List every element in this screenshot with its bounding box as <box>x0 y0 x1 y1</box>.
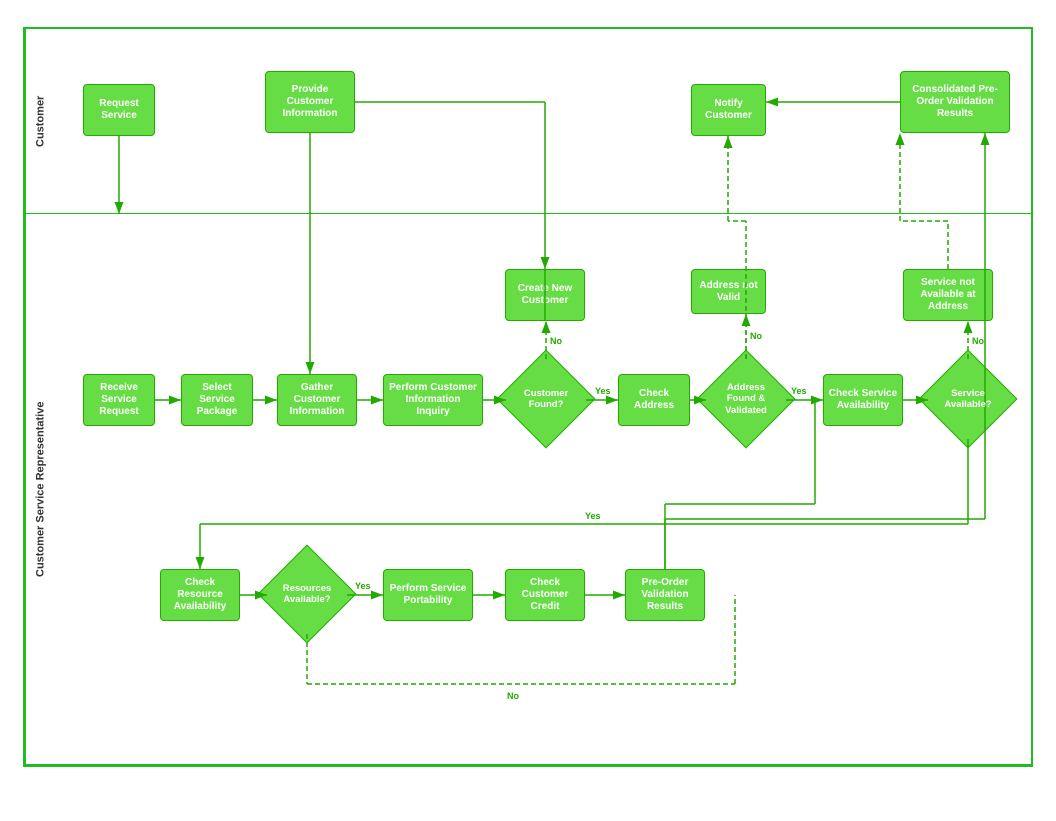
address-found-text: Address Found & Validated <box>714 382 779 416</box>
consolidated-preorder-box: Consolidated Pre-Order Validation Result… <box>900 71 1010 133</box>
svg-text:Yes: Yes <box>355 581 371 591</box>
svg-text:No: No <box>972 336 984 346</box>
swimlane-content-csr: Receive Service Request Select Service P… <box>55 214 1031 764</box>
swimlane-label-customer: Customer <box>25 29 55 213</box>
svg-text:Yes: Yes <box>585 511 601 521</box>
customer-found-text: Customer Found? <box>514 388 579 411</box>
resources-available-text: Resources Available? <box>275 583 340 606</box>
notify-customer-box: Notify Customer <box>691 84 766 136</box>
flow-arrows: No Yes No Yes No <box>55 214 1031 764</box>
swimlane-customer: Customer Request Service Provide Custome… <box>25 29 1031 214</box>
request-service-box: Request Service <box>83 84 155 136</box>
outer-container: Customer Request Service Provide Custome… <box>23 27 1033 767</box>
svg-text:No: No <box>750 331 762 341</box>
svg-text:No: No <box>550 336 562 346</box>
swimlane-csr: Customer Service Representative Receive … <box>25 214 1031 765</box>
provide-customer-info-box: Provide Customer Information <box>265 71 355 133</box>
svg-text:Yes: Yes <box>791 386 807 396</box>
swimlane-content-customer: Request Service Provide Customer Informa… <box>55 29 1031 213</box>
svg-text:No: No <box>507 691 519 701</box>
service-available-text: Service Available? <box>936 388 1001 411</box>
swimlane-label-csr: Customer Service Representative <box>25 214 55 764</box>
svg-text:Yes: Yes <box>595 386 611 396</box>
